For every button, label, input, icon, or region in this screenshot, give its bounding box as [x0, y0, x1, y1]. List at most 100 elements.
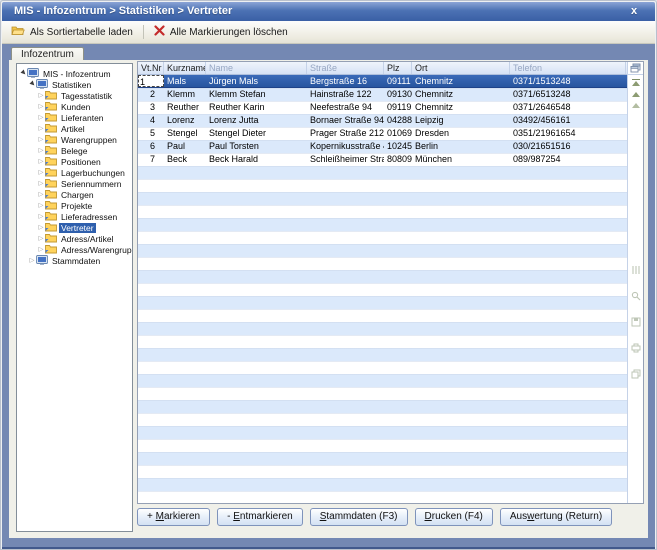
close-icon[interactable]: x — [626, 3, 642, 20]
column-header-label: Plz — [387, 62, 400, 74]
columns-icon[interactable] — [631, 262, 641, 280]
tree-item-mis-infozentrum[interactable]: ▶MIS - Infozentrum — [17, 68, 132, 79]
column-header-ort[interactable]: Ort — [412, 62, 510, 74]
tree-item-label: Seriennummern — [59, 179, 123, 189]
tree-expand-icon[interactable]: ▷ — [37, 211, 45, 222]
tree-item-label: Lieferanten — [59, 113, 106, 123]
app-window: MIS - Infozentrum > Statistiken > Vertre… — [0, 0, 657, 550]
table-row[interactable]: 7BeckBeck HaraldSchleißheimer Straße 378… — [138, 153, 627, 166]
tree-item-adress-warengruppen[interactable]: ▷Adress/Warengruppen — [17, 244, 132, 255]
save-icon[interactable] — [631, 314, 641, 332]
footer-button-stammdaten-f3[interactable]: Stammdaten (F3) — [310, 508, 408, 526]
load-sort-table-label: Als Sortiertabelle laden — [30, 27, 133, 38]
computer-icon — [36, 255, 50, 267]
table-row[interactable]: 1MalsJürgen MalsBergstraße 1609111Chemni… — [138, 75, 627, 88]
footer-button-markieren[interactable]: + Markieren — [137, 508, 210, 526]
tree-expand-icon[interactable]: ▷ — [37, 222, 45, 233]
tree-item-vertreter[interactable]: ▷Vertreter — [17, 222, 132, 233]
toolbar: Als Sortiertabelle laden Alle Markierung… — [2, 21, 655, 44]
tree-expand-icon[interactable]: ▷ — [37, 178, 45, 189]
footer-button-entmarkieren[interactable]: - Entmarkieren — [217, 508, 303, 526]
tree-item-positionen[interactable]: ▷Positionen — [17, 156, 132, 167]
tree-item-statistiken[interactable]: ▶Statistiken — [17, 79, 132, 90]
copy-icon[interactable] — [631, 366, 641, 384]
tree-expand-icon[interactable]: ▷ — [37, 112, 45, 123]
search-icon[interactable] — [631, 288, 641, 306]
tree-expand-icon[interactable]: ▷ — [37, 90, 45, 101]
tree-expand-icon[interactable]: ▷ — [37, 200, 45, 211]
cell-telefon: 0371/2646548 — [510, 101, 626, 114]
cell-vt-nr: 5 — [138, 127, 164, 140]
grid-rows: 1MalsJürgen MalsBergstraße 1609111Chemni… — [138, 75, 627, 503]
table-row[interactable]: 5StengelStengel DieterPrager Straße 2120… — [138, 127, 627, 140]
column-chooser-icon[interactable] — [628, 62, 643, 75]
clear-marks-button[interactable]: Alle Markierungen löschen — [145, 21, 297, 43]
tree-item-lieferanten[interactable]: ▷ Lieferanten — [17, 112, 132, 123]
cell-plz: 09111 — [384, 75, 412, 87]
cell-name: Beck Harald — [206, 153, 307, 166]
tree-item-lagerbuchungen[interactable]: ▷Lagerbuchungen — [17, 167, 132, 178]
load-sort-table-button[interactable]: Als Sortiertabelle laden — [2, 21, 142, 43]
tree-expand-icon[interactable]: ▷ — [37, 167, 45, 178]
column-header-vt-nr[interactable]: Vt.Nr▼ — [138, 62, 164, 74]
tree-item-lieferadressen[interactable]: ▷ Lieferadressen — [17, 211, 132, 222]
tree: ▶MIS - Infozentrum▶Statistiken▷Tagesstat… — [16, 63, 133, 532]
red-x-icon — [154, 25, 165, 39]
column-header-label: Name — [209, 62, 233, 74]
column-header-plz[interactable]: Plz — [384, 62, 412, 74]
cell-vt-nr: 2 — [138, 88, 164, 101]
tree-item-seriennummern[interactable]: ▷ Seriennummern — [17, 178, 132, 189]
cell-kurzname: Paul — [164, 140, 206, 153]
tree-item-tagesstatistik[interactable]: ▷Tagesstatistik — [17, 90, 132, 101]
cell-plz: 01069 — [384, 127, 412, 140]
column-header-telefon[interactable]: Telefon — [510, 62, 626, 74]
cell-kurzname: Reuther — [164, 101, 206, 114]
scroll-up-icon[interactable] — [632, 92, 640, 97]
tree-item-warengruppen[interactable]: ▷Warengruppen — [17, 134, 132, 145]
tree-expand-icon[interactable]: ▷ — [37, 244, 45, 255]
tree-item-stammdaten[interactable]: ▷Stammdaten — [17, 255, 132, 266]
cell-straße: Prager Straße 212 — [307, 127, 384, 140]
tree-item-belege[interactable]: ▷Belege — [17, 145, 132, 156]
column-header-label: Telefon — [513, 62, 542, 74]
footer-button-bar: + Markieren - Entmarkieren Stammdaten (F3)… — [137, 508, 612, 526]
footer-button-auswertung-return[interactable]: Auswertung (Return) — [500, 508, 612, 526]
cell-straße: Hainstraße 122 — [307, 88, 384, 101]
tree-expand-icon[interactable]: ▷ — [37, 123, 45, 134]
cell-kurzname: Stengel — [164, 127, 206, 140]
table-row[interactable]: 3ReutherReuther KarinNeefestraße 9409119… — [138, 101, 627, 114]
cell-vt-nr: 7 — [138, 153, 164, 166]
tree-expand-icon[interactable]: ▷ — [37, 134, 45, 145]
column-header-name[interactable]: Name — [206, 62, 307, 74]
tree-item-label: Artikel — [59, 124, 87, 134]
table-row[interactable]: 6PaulPaul TorstenKopernikusstraße 471024… — [138, 140, 627, 153]
tree-expand-icon[interactable]: ▷ — [37, 101, 45, 112]
tree-expand-icon[interactable]: ▷ — [37, 145, 45, 156]
cell-straße: Bergstraße 16 — [307, 75, 384, 87]
window-title: MIS - Infozentrum > Statistiken > Vertre… — [14, 5, 232, 17]
scroll-up2-icon[interactable] — [632, 103, 640, 108]
cell-telefon: 0371/1513248 — [510, 75, 626, 87]
tree-item-chargen[interactable]: ▷ Chargen — [17, 189, 132, 200]
scroll-top-icon[interactable] — [632, 79, 640, 86]
cell-kurzname: Lorenz — [164, 114, 206, 127]
tree-item-artikel[interactable]: ▷ Artikel — [17, 123, 132, 134]
table-row[interactable]: 4LorenzLorenz JuttaBornaer Straße 940428… — [138, 114, 627, 127]
tree-item-label: Lieferadressen — [59, 212, 119, 222]
tree-expand-icon[interactable]: ▷ — [28, 255, 36, 266]
tree-expand-icon[interactable]: ▷ — [37, 189, 45, 200]
table-row[interactable]: 2KlemmKlemm StefanHainstraße 12209130Che… — [138, 88, 627, 101]
cell-straße: Neefestraße 94 — [307, 101, 384, 114]
print-icon[interactable] — [631, 340, 641, 358]
tree-item-label: Chargen — [59, 190, 96, 200]
column-header-kurzname[interactable]: Kurzname — [164, 62, 206, 74]
tree-expand-icon[interactable]: ▷ — [37, 233, 45, 244]
footer-button-drucken-f4[interactable]: Drucken (F4) — [415, 508, 493, 526]
cell-name: Klemm Stefan — [206, 88, 307, 101]
tree-item-adress-artikel[interactable]: ▷Adress/Artikel — [17, 233, 132, 244]
tree-item-kunden[interactable]: ▷Kunden — [17, 101, 132, 112]
cell-name: Jürgen Mals — [206, 75, 307, 87]
tree-expand-icon[interactable]: ▷ — [37, 156, 45, 167]
column-header-straße[interactable]: Straße — [307, 62, 384, 74]
tree-item-projekte[interactable]: ▷Projekte — [17, 200, 132, 211]
